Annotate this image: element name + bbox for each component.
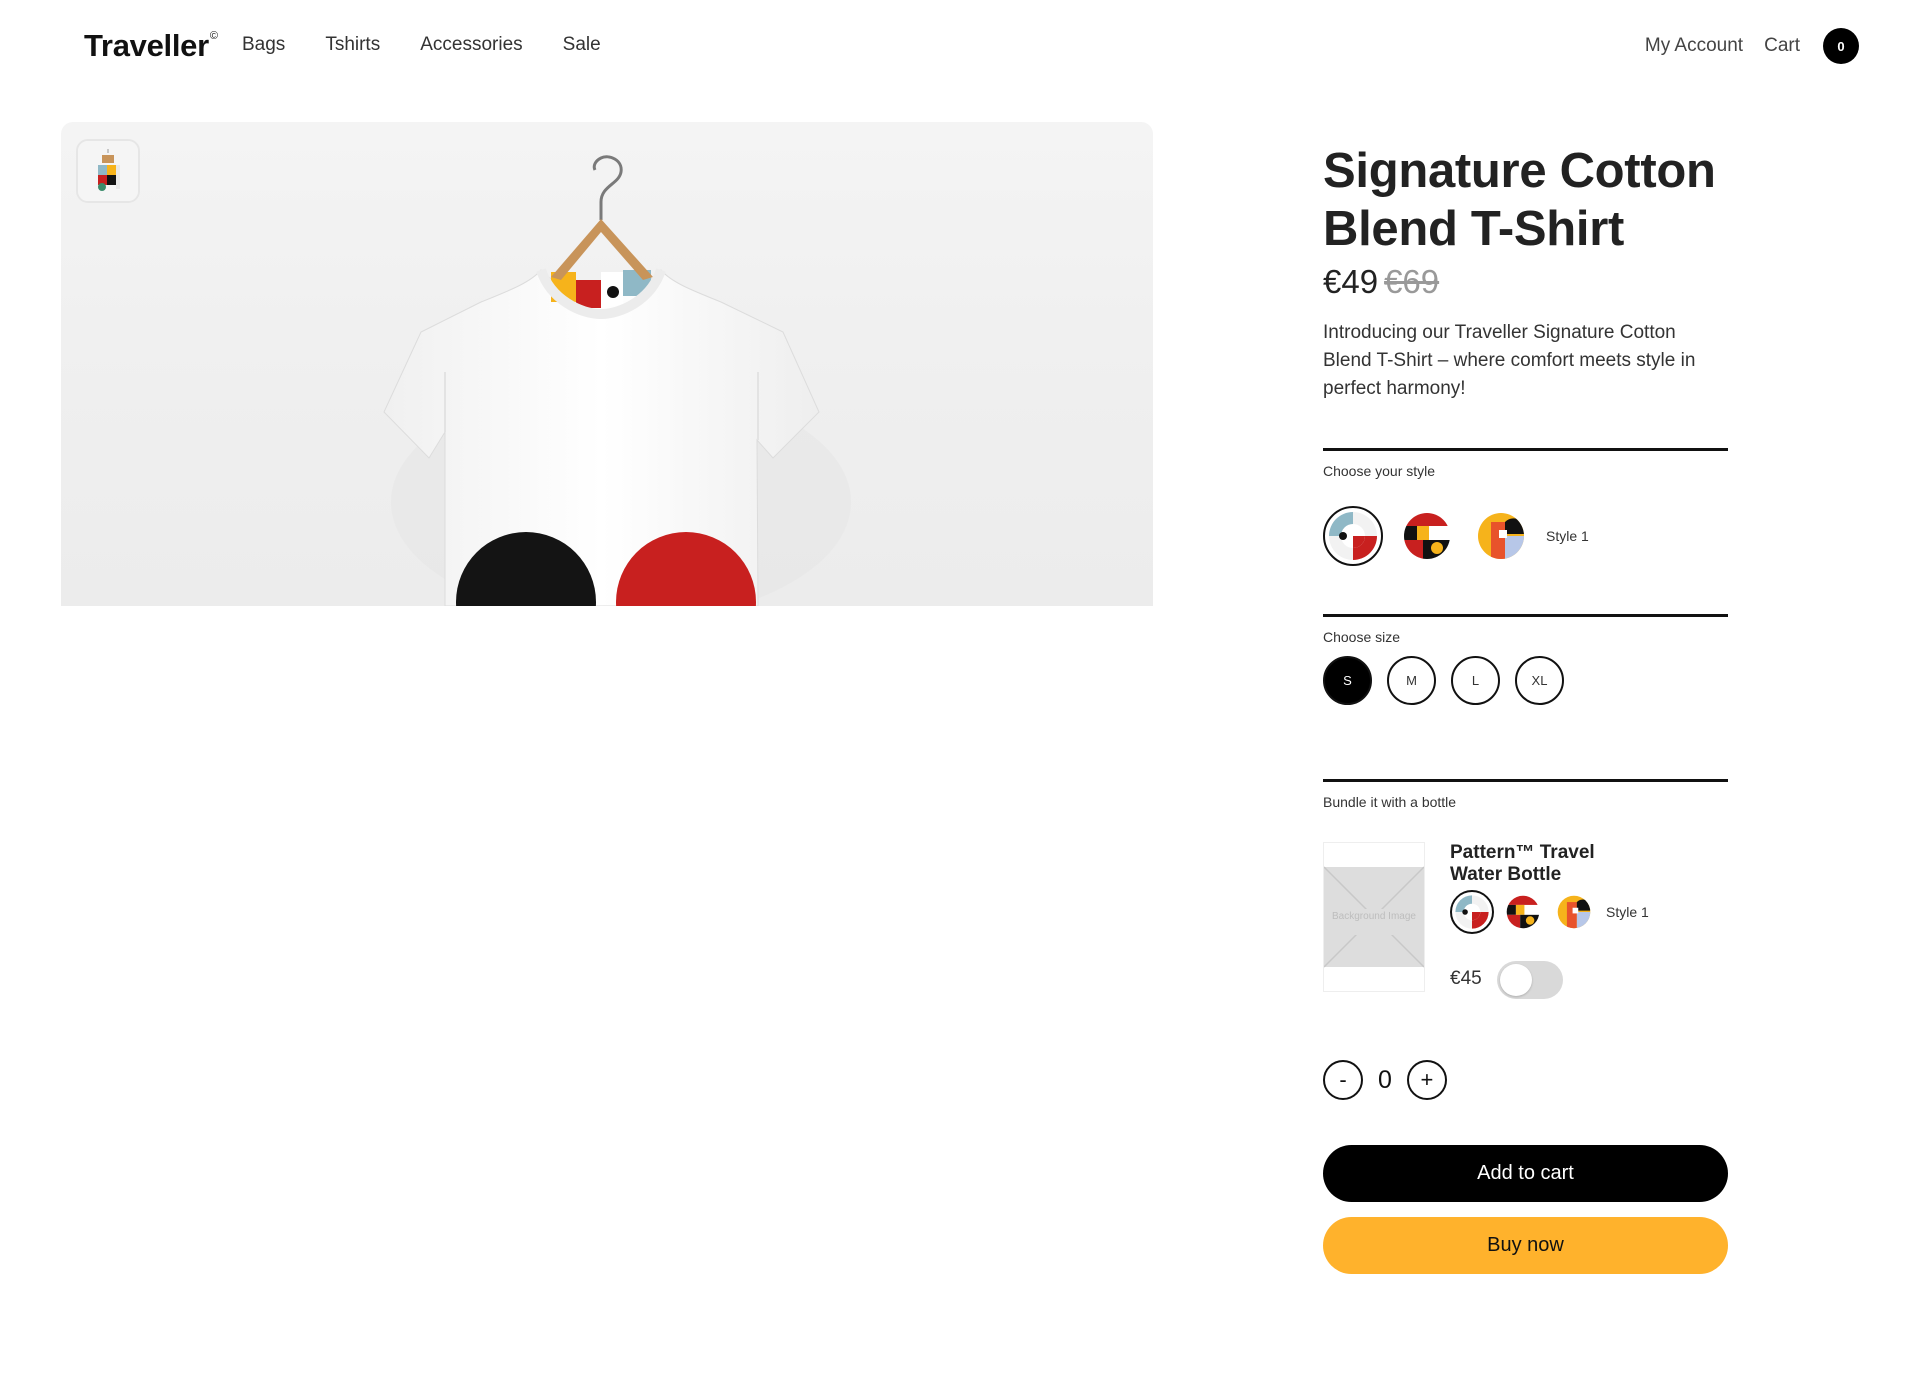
- gallery-thumbnail[interactable]: [76, 139, 140, 203]
- cart-count-badge[interactable]: 0: [1823, 28, 1859, 64]
- bundle-selected-style-label: Style 1: [1606, 904, 1649, 920]
- my-account-link[interactable]: My Account: [1645, 35, 1743, 57]
- bundle-price: €45: [1450, 968, 1482, 989]
- buy-now-button[interactable]: Buy now: [1323, 1217, 1728, 1274]
- style-1-swatch-icon: [1329, 512, 1377, 560]
- cart-link[interactable]: Cart: [1764, 35, 1800, 57]
- toggle-knob: [1500, 964, 1532, 996]
- bundle-style-swatches: Style 1: [1450, 890, 1649, 934]
- size-option-m[interactable]: M: [1387, 656, 1436, 705]
- selected-style-label: Style 1: [1546, 528, 1589, 544]
- logo-text: Traveller: [84, 28, 209, 63]
- current-price: €49: [1323, 263, 1379, 300]
- nav-link-tshirts[interactable]: Tshirts: [325, 34, 380, 56]
- style-3-swatch-icon: [1557, 895, 1591, 929]
- bundle-product-image: Background Image: [1323, 842, 1425, 992]
- quantity-decrease-button[interactable]: -: [1323, 1060, 1363, 1100]
- style-swatches: Style 1: [1323, 506, 1589, 566]
- quantity-increase-button[interactable]: +: [1406, 1060, 1447, 1100]
- style-2-swatch-icon: [1506, 895, 1540, 929]
- style-1-swatch-icon: [1455, 895, 1489, 929]
- style-section-label: Choose your style: [1323, 463, 1436, 479]
- image-placeholder-icon: Background Image: [1323, 866, 1425, 968]
- bundle-product-title: Pattern™ Travel Water Bottle: [1450, 842, 1595, 885]
- add-to-cart-button[interactable]: Add to cart: [1323, 1145, 1728, 1202]
- nav-link-accessories[interactable]: Accessories: [420, 34, 522, 56]
- header-actions: My Account Cart 0: [1645, 28, 1859, 64]
- product-gallery: [61, 122, 1153, 606]
- original-price: €69: [1384, 263, 1440, 300]
- size-options: S M L XL: [1323, 656, 1564, 705]
- bundle-style-1-swatch[interactable]: [1450, 890, 1494, 934]
- bundle-toggle[interactable]: [1497, 961, 1563, 999]
- style-2-swatch[interactable]: [1397, 506, 1457, 566]
- divider: [1323, 779, 1728, 782]
- main-nav: Bags Tshirts Accessories Sale: [242, 34, 601, 56]
- product-title: Signature Cotton Blend T-Shirt: [1323, 144, 1716, 256]
- size-section-label: Choose size: [1323, 629, 1401, 645]
- divider: [1323, 614, 1728, 617]
- style-3-swatch-icon: [1478, 513, 1524, 559]
- style-1-swatch[interactable]: [1323, 506, 1383, 566]
- bundle-section-label: Bundle it with a bottle: [1323, 794, 1457, 810]
- size-option-xl[interactable]: XL: [1515, 656, 1564, 705]
- size-option-s[interactable]: S: [1323, 656, 1372, 705]
- product-price: €49 €69: [1323, 263, 1439, 301]
- bundle-card: Background Image Pattern™ Travel Water B…: [1323, 842, 1728, 999]
- quantity-value: 0: [1378, 1065, 1392, 1094]
- quantity-stepper: - 0 +: [1323, 1060, 1447, 1100]
- bundle-style-2-swatch[interactable]: [1501, 890, 1545, 934]
- size-option-l[interactable]: L: [1451, 656, 1500, 705]
- logo-mark: ©: [209, 29, 218, 42]
- logo[interactable]: Traveller©: [84, 28, 218, 64]
- bundle-style-3-swatch[interactable]: [1552, 890, 1596, 934]
- style-2-swatch-icon: [1404, 513, 1450, 559]
- nav-link-bags[interactable]: Bags: [242, 34, 285, 56]
- nav-link-sale[interactable]: Sale: [563, 34, 601, 56]
- thumbnail-image: [78, 141, 138, 201]
- site-header: Traveller© Bags Tshirts Accessories Sale…: [0, 0, 1920, 92]
- product-main-image[interactable]: [61, 122, 1153, 606]
- image-placeholder-text: Background Image: [1332, 911, 1416, 922]
- product-description: Introducing our Traveller Signature Cott…: [1323, 322, 1696, 399]
- style-3-swatch[interactable]: [1471, 506, 1531, 566]
- divider: [1323, 448, 1728, 451]
